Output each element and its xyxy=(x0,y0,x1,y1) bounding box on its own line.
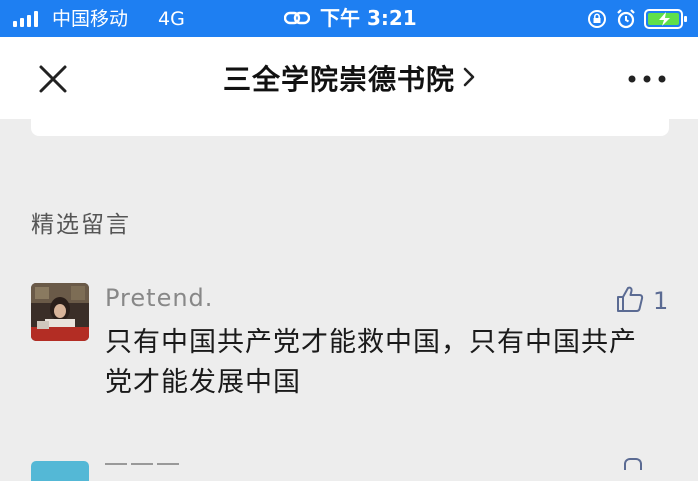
page-title: 三全学院崇德书院 xyxy=(222,63,455,96)
clock-time: 下午 3:21 xyxy=(320,6,417,30)
avatar[interactable] xyxy=(31,461,89,481)
article-card-bottom xyxy=(31,108,669,136)
comment-username[interactable]: Pretend. xyxy=(105,284,213,312)
carrier-label: 中国移动 xyxy=(52,8,129,30)
thumbs-up-icon xyxy=(615,284,645,318)
rotation-lock-icon xyxy=(587,9,607,33)
comment-text: 只有中国共产党才能救中国，只有中国共产党才能发展中国 xyxy=(105,327,637,398)
link-icon xyxy=(283,9,311,31)
section-title: 精选留言 xyxy=(31,212,131,238)
status-bar: 中国移动 4G 下午 3:21 xyxy=(0,0,698,37)
comment-item: Pretend. 1 只有中国共产党才能救中国，只有中国共产党才能发展中国 xyxy=(0,276,698,406)
comment-item-partial xyxy=(0,456,698,481)
signal-icon xyxy=(13,11,38,27)
battery-icon xyxy=(644,8,688,34)
close-icon[interactable] xyxy=(37,63,69,95)
thumbs-up-icon[interactable] xyxy=(624,458,642,470)
like-button[interactable]: 1 xyxy=(615,284,668,318)
account-title-link[interactable]: 三全学院崇德书院 xyxy=(223,58,475,98)
like-count: 1 xyxy=(653,287,669,315)
alarm-icon xyxy=(615,8,637,34)
more-icon[interactable] xyxy=(627,71,667,85)
comment-username-partial xyxy=(105,458,195,470)
navigation-bar: 三全学院崇德书院 xyxy=(0,37,698,119)
chevron-right-icon xyxy=(463,67,475,91)
avatar[interactable] xyxy=(31,283,89,341)
network-label: 4G xyxy=(158,8,185,30)
